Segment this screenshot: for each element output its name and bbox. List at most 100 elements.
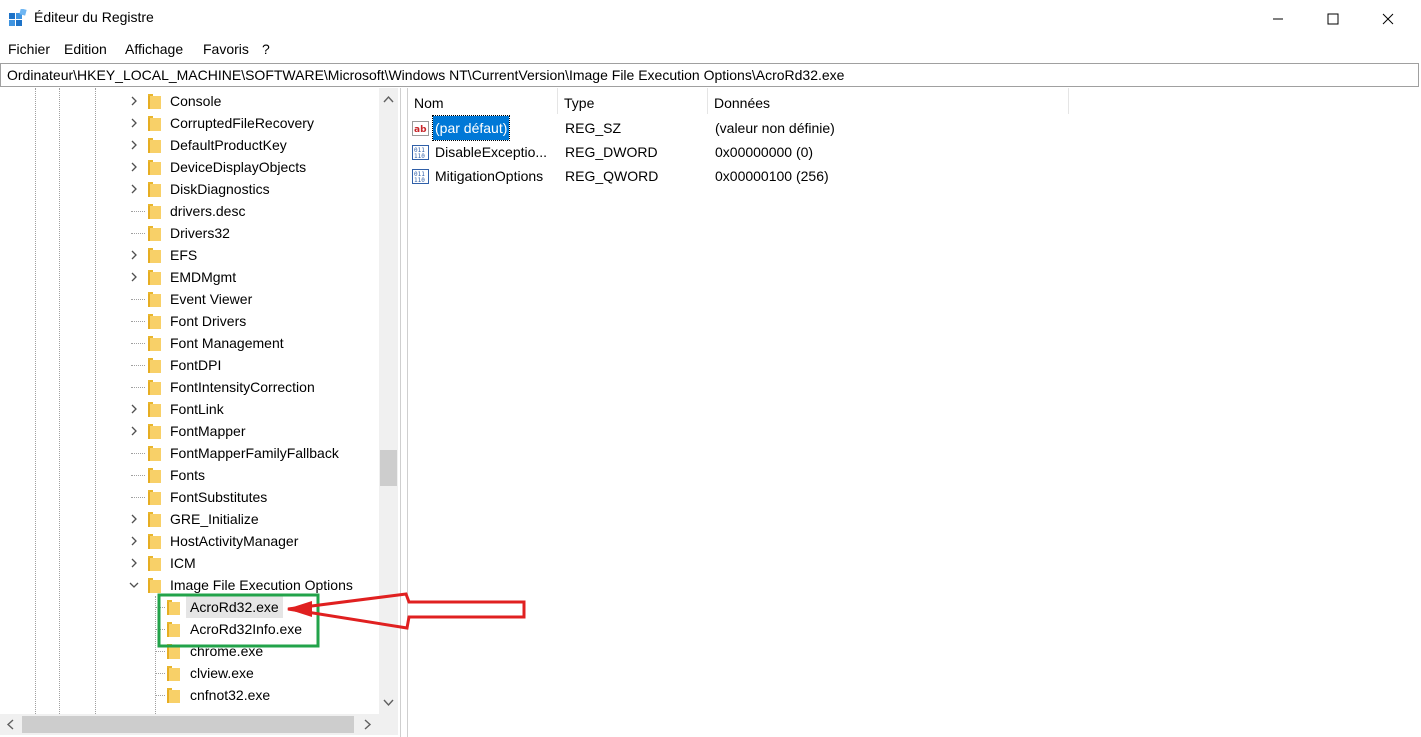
folder-icon <box>148 270 161 285</box>
tree-connector <box>156 607 165 608</box>
tree-item[interactable]: Image File Execution Options <box>0 574 378 596</box>
tree-connector <box>131 211 145 212</box>
menu-edition[interactable]: Edition <box>64 41 107 57</box>
scroll-up-icon[interactable] <box>383 94 394 105</box>
tree-item[interactable]: EFS <box>0 244 378 266</box>
chevron-right-icon[interactable] <box>128 139 140 151</box>
scrollbar-corner <box>379 714 398 735</box>
folder-icon <box>148 534 161 549</box>
string-value-icon: ab <box>412 121 429 136</box>
tree-item-label: Font Drivers <box>170 313 247 329</box>
folder-icon <box>148 380 161 395</box>
tree-item[interactable]: Console <box>0 90 378 112</box>
chevron-right-icon[interactable] <box>128 95 140 107</box>
chevron-right-icon[interactable] <box>128 271 140 283</box>
tree-horizontal-scrollbar[interactable] <box>0 714 379 735</box>
menu-affichage[interactable]: Affichage <box>125 41 183 57</box>
scroll-down-icon[interactable] <box>383 697 394 708</box>
address-bar[interactable]: Ordinateur\HKEY_LOCAL_MACHINE\SOFTWARE\M… <box>0 63 1419 87</box>
chevron-right-icon[interactable] <box>128 557 140 569</box>
tree-item[interactable]: CorruptedFileRecovery <box>0 112 378 134</box>
column-header-nom[interactable]: Nom <box>408 88 558 114</box>
maximize-button[interactable] <box>1306 0 1359 37</box>
chevron-right-icon[interactable] <box>128 249 140 261</box>
folder-icon <box>167 644 180 659</box>
tree-item[interactable]: FontMapperFamilyFallback <box>0 442 378 464</box>
tree-connector <box>131 343 145 344</box>
menu-fichier[interactable]: Fichier <box>8 41 50 57</box>
tree-item[interactable]: Font Management <box>0 332 378 354</box>
minimize-button[interactable] <box>1251 0 1304 37</box>
folder-icon <box>148 226 161 241</box>
tree-item[interactable]: ICM <box>0 552 378 574</box>
folder-icon <box>148 446 161 461</box>
tree-item[interactable]: GRE_Initialize <box>0 508 378 530</box>
chevron-down-icon[interactable] <box>128 579 140 591</box>
tree-item[interactable]: Fonts <box>0 464 378 486</box>
tree-item[interactable]: DefaultProductKey <box>0 134 378 156</box>
value-row[interactable]: 011 110 MitigationOptions REG_QWORD 0x000… <box>408 164 1108 188</box>
tree-item-label: DefaultProductKey <box>170 137 287 153</box>
tree-connector <box>156 629 165 630</box>
tree-item[interactable]: DiskDiagnostics <box>0 178 378 200</box>
tree-child-item[interactable]: cnfnot32.exe <box>0 684 378 706</box>
value-row[interactable]: 011 110 DisableExceptio... REG_DWORD 0x00… <box>408 140 1108 164</box>
folder-icon <box>148 314 161 329</box>
values-list-pane[interactable]: Nom Type Données ab (par défaut) REG_SZ … <box>407 88 1421 737</box>
chevron-right-icon[interactable] <box>128 161 140 173</box>
folder-icon <box>148 490 161 505</box>
tree-vertical-scrollbar[interactable] <box>379 88 398 714</box>
column-header-donnees[interactable]: Données <box>708 88 1069 114</box>
chevron-right-icon[interactable] <box>128 425 140 437</box>
chevron-right-icon[interactable] <box>128 403 140 415</box>
tree-item[interactable]: Font Drivers <box>0 310 378 332</box>
svg-text:ab: ab <box>414 125 427 135</box>
tree-item[interactable]: Drivers32 <box>0 222 378 244</box>
tree-item-label: AcroRd32Info.exe <box>190 621 303 637</box>
tree-item-label: DeviceDisplayObjects <box>170 159 307 175</box>
folder-icon <box>148 468 161 483</box>
chevron-right-icon[interactable] <box>128 513 140 525</box>
menu-bar: Fichier Edition Affichage Favoris ? <box>0 38 1421 60</box>
tree-item[interactable]: DeviceDisplayObjects <box>0 156 378 178</box>
tree-item[interactable]: drivers.desc <box>0 200 378 222</box>
folder-icon <box>148 358 161 373</box>
folder-icon <box>167 666 180 681</box>
tree-scroll-thumb[interactable] <box>380 450 397 486</box>
tree-connector <box>131 475 145 476</box>
value-data: 0x00000100 (256) <box>715 168 829 184</box>
chevron-right-icon[interactable] <box>128 183 140 195</box>
folder-icon <box>148 182 161 197</box>
scroll-right-icon[interactable] <box>362 719 373 730</box>
tree-item[interactable]: FontDPI <box>0 354 378 376</box>
chevron-right-icon[interactable] <box>128 535 140 547</box>
tree-item[interactable]: HostActivityManager <box>0 530 378 552</box>
binary-value-icon: 011110 <box>412 169 429 184</box>
tree-child-item[interactable]: clview.exe <box>0 662 378 684</box>
tree-item[interactable]: Event Viewer <box>0 288 378 310</box>
value-row[interactable]: ab (par défaut) REG_SZ (valeur non défin… <box>408 115 1108 141</box>
title-bar: Éditeur du Registre <box>0 0 1421 37</box>
tree-item[interactable]: FontIntensityCorrection <box>0 376 378 398</box>
folder-icon <box>148 402 161 417</box>
scroll-left-icon[interactable] <box>5 719 16 730</box>
address-path[interactable]: Ordinateur\HKEY_LOCAL_MACHINE\SOFTWARE\M… <box>7 67 844 83</box>
tree-item-label: EMDMgmt <box>170 269 237 285</box>
key-tree-pane[interactable]: Console CorruptedFileRecovery DefaultPro… <box>0 88 401 737</box>
tree-item-label: ICM <box>170 555 196 571</box>
tree-item[interactable]: FontMapper <box>0 420 378 442</box>
close-button[interactable] <box>1361 0 1414 37</box>
menu-help[interactable]: ? <box>262 41 270 57</box>
chevron-right-icon[interactable] <box>128 117 140 129</box>
tree-child-item[interactable]: AcroRd32Info.exe <box>0 618 378 640</box>
tree-item[interactable]: EMDMgmt <box>0 266 378 288</box>
tree-hscroll-thumb[interactable] <box>22 716 354 733</box>
column-header-type[interactable]: Type <box>558 88 708 114</box>
tree-child-item[interactable]: AcroRd32.exe <box>0 596 378 618</box>
tree-item-label: HostActivityManager <box>170 533 299 549</box>
menu-favoris[interactable]: Favoris <box>203 41 249 57</box>
tree-item-label: cnfnot32.exe <box>190 687 271 703</box>
tree-child-item[interactable]: chrome.exe <box>0 640 378 662</box>
tree-item[interactable]: FontSubstitutes <box>0 486 378 508</box>
tree-item[interactable]: FontLink <box>0 398 378 420</box>
